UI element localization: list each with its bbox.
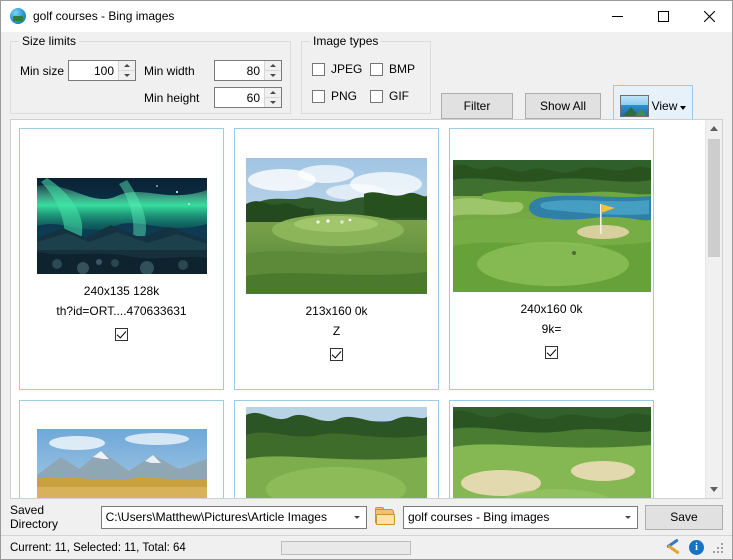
saved-directory-combobox[interactable]: C:\Users\Matthew\Pictures\Article Images: [100, 505, 367, 529]
toolbar: Size limits Min size Min width Min heigh…: [1, 32, 732, 127]
scrollbar-thumb[interactable]: [708, 139, 720, 257]
checkbox-bmp-box[interactable]: [370, 62, 383, 76]
checkbox-png[interactable]: PNG: [312, 89, 357, 103]
min-height-field[interactable]: [215, 88, 264, 107]
thumbnail-select-checkbox[interactable]: [115, 327, 128, 341]
tools-icon[interactable]: [666, 538, 681, 555]
close-button[interactable]: [686, 1, 732, 31]
title-bar: golf courses - Bing images: [1, 1, 732, 32]
min-width-input[interactable]: [214, 60, 282, 81]
collection-combobox[interactable]: golf courses - Bing images: [402, 505, 638, 529]
min-width-label: Min width: [144, 64, 195, 78]
bottom-bar: Saved Directory C:\Users\Matthew\Picture…: [1, 499, 732, 535]
checkbox-jpeg-box[interactable]: [312, 62, 325, 76]
thumbnail-grid: 240x135 128k th?id=ORT....470633631 213x…: [19, 128, 705, 498]
aurora-over-rocky-coast-thumbnail[interactable]: [36, 177, 207, 274]
caption-buttons: [594, 1, 732, 31]
show-all-button[interactable]: Show All: [525, 93, 601, 119]
min-height-up-button[interactable]: [265, 88, 281, 98]
status-text: Current: 11, Selected: 11, Total: 64: [10, 541, 186, 554]
min-size-field[interactable]: [69, 61, 118, 80]
thumbnail-caption-line1: 213x160 0k: [305, 303, 368, 318]
min-size-up-button[interactable]: [119, 61, 135, 71]
saved-directory-dropdown-icon[interactable]: [349, 507, 366, 528]
checkbox-bmp[interactable]: BMP: [370, 62, 415, 76]
save-button-label: Save: [670, 510, 698, 524]
checkbox-gif-label: GIF: [389, 89, 409, 103]
minimize-button[interactable]: [594, 1, 640, 31]
view-button-label: View: [651, 99, 678, 113]
app-globe-icon: [10, 8, 26, 24]
checkbox-png-box[interactable]: [312, 89, 325, 103]
image-types-group: Image types JPEG BMP PNG GIF: [301, 34, 431, 114]
window-title: golf courses - Bing images: [33, 9, 175, 23]
collection-value: golf courses - Bing images: [407, 510, 550, 524]
maximize-button[interactable]: [640, 1, 686, 31]
checkbox-jpeg-label: JPEG: [331, 62, 363, 76]
info-icon[interactable]: i: [689, 540, 704, 555]
size-limits-legend: Size limits: [19, 34, 80, 48]
browse-folder-icon[interactable]: [374, 507, 396, 527]
min-width-up-button[interactable]: [265, 61, 281, 71]
checkbox-jpeg[interactable]: JPEG: [312, 62, 362, 76]
golf-course-bunkers-thumbnail[interactable]: [452, 407, 651, 498]
thumbnail-card[interactable]: 240x135 128k th?id=ORT....470633631: [19, 128, 224, 390]
checkbox-png-label: PNG: [331, 89, 358, 103]
save-button[interactable]: Save: [644, 504, 723, 530]
image-preview-icon: [619, 95, 649, 117]
collection-dropdown-icon[interactable]: [620, 507, 637, 528]
checkbox-gif[interactable]: GIF: [370, 89, 409, 103]
saved-directory-value: C:\Users\Matthew\Pictures\Article Images: [105, 510, 327, 524]
golf-fairway-with-trees-thumbnail[interactable]: [246, 157, 427, 294]
saved-directory-label: Saved Directory: [10, 503, 59, 531]
min-size-label: Min size: [20, 64, 65, 78]
min-size-down-button[interactable]: [119, 71, 135, 80]
min-height-spinner[interactable]: [264, 88, 281, 107]
checkbox-bmp-label: BMP: [389, 62, 416, 76]
thumbnail-select-checkbox[interactable]: [330, 347, 343, 361]
checkbox-gif-box[interactable]: [370, 89, 383, 103]
min-height-down-button[interactable]: [265, 98, 281, 107]
thumbnail-card[interactable]: [234, 400, 439, 498]
thumbnail-caption-line2: th?id=ORT....470633631: [56, 303, 187, 318]
thumbnail-card[interactable]: [449, 400, 654, 498]
thumbnail-caption-line2: Z: [332, 323, 341, 338]
main-window: golf courses - Bing images Size limits M…: [0, 0, 733, 560]
scroll-down-button[interactable]: [706, 481, 722, 498]
min-height-input[interactable]: [214, 87, 282, 108]
status-icons: i: [666, 538, 732, 555]
show-all-button-label: Show All: [539, 99, 587, 113]
thumbnail-card[interactable]: 213x160 0k Z: [234, 128, 439, 390]
min-size-spinner[interactable]: [118, 61, 135, 80]
scroll-up-button[interactable]: [706, 120, 722, 137]
min-height-label: Min height: [144, 91, 200, 105]
progress-bar: [280, 540, 411, 555]
min-size-input[interactable]: [68, 60, 136, 81]
chevron-down-icon: [680, 105, 687, 110]
min-width-field[interactable]: [215, 61, 264, 80]
fairway-tree-lined-thumbnail[interactable]: [246, 407, 427, 498]
min-width-down-button[interactable]: [265, 71, 281, 80]
filter-button[interactable]: Filter: [441, 93, 513, 119]
thumbnail-caption-line2: 9k=: [541, 321, 562, 336]
thumbnail-card[interactable]: [19, 400, 224, 498]
min-width-spinner[interactable]: [264, 61, 281, 80]
resize-grip[interactable]: [712, 542, 724, 554]
size-limits-group: Size limits Min size Min width Min heigh…: [10, 34, 291, 114]
thumbnail-card[interactable]: 240x160 0k 9k=: [449, 128, 654, 390]
gallery-vertical-scrollbar[interactable]: [705, 120, 722, 498]
gallery-panel: 240x135 128k th?id=ORT....470633631 213x…: [10, 119, 723, 499]
status-bar: Current: 11, Selected: 11, Total: 64 i: [1, 535, 732, 559]
image-types-legend: Image types: [310, 34, 382, 48]
thumbnail-caption-line1: 240x160 0k: [520, 301, 583, 316]
thumbnail-caption-line1: 240x135 128k: [83, 283, 160, 298]
filter-button-label: Filter: [463, 99, 491, 113]
gallery-scroll-area: 240x135 128k th?id=ORT....470633631 213x…: [11, 120, 705, 498]
golf-green-with-pond-thumbnail[interactable]: [452, 159, 651, 292]
mountain-lake-autumn-thumbnail[interactable]: [36, 429, 207, 498]
thumbnail-select-checkbox[interactable]: [545, 345, 558, 359]
